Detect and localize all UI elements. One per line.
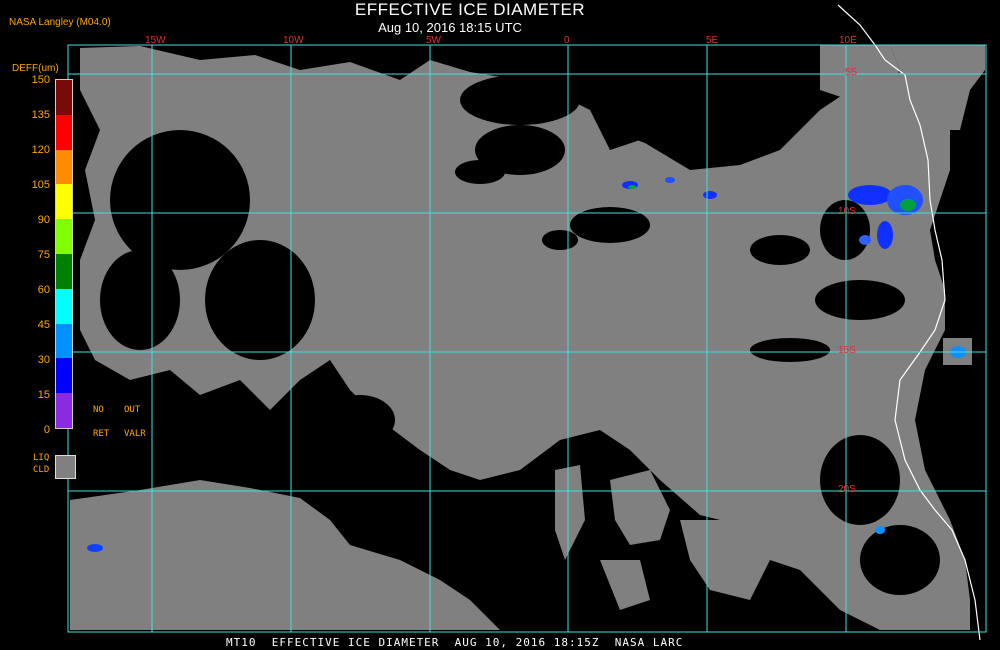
legend-tick: 150	[31, 74, 50, 86]
legend-swatch	[56, 358, 73, 394]
legend-swatch	[56, 184, 73, 220]
legend-tick: 75	[37, 249, 50, 261]
liquid-cloud-swatch	[55, 455, 76, 479]
legend-swatch	[56, 323, 73, 359]
legend-swatch	[56, 149, 73, 185]
map-timestamp: Aug 10, 2016 18:15 UTC	[378, 20, 522, 35]
legend-swatch	[56, 393, 73, 428]
lon-label-10w: 10W	[283, 35, 304, 46]
legend-note-valr: VALR	[124, 429, 146, 439]
legend-tick: 135	[31, 109, 50, 121]
legend-tick: 0	[43, 424, 50, 436]
legend-tick: 90	[37, 214, 50, 226]
legend-tick: 105	[31, 179, 50, 191]
legend-title: DEFF(um)	[12, 63, 59, 74]
map-canvas	[67, 4, 987, 641]
legend-swatch	[56, 254, 73, 289]
legend-note-ret: RET	[93, 429, 110, 439]
lon-label-15w: 15W	[145, 35, 166, 46]
legend-tick: 120	[31, 144, 50, 156]
lat-label-20s: 20S	[838, 484, 856, 495]
legend-swatch	[56, 114, 73, 150]
legend-note-out: OUT	[124, 405, 141, 415]
legend-swatch	[56, 219, 73, 254]
lon-label-5e: 5E	[706, 35, 719, 46]
lon-label-10e: 10E	[839, 35, 857, 46]
legend-tick: 45	[37, 319, 50, 331]
lat-label-5s: 5S	[845, 67, 858, 78]
footer-caption: MT10 EFFECTIVE ICE DIAMETER AUG 10, 2016…	[226, 636, 684, 649]
lat-label-10s: 10S	[838, 206, 856, 217]
legend-swatch	[56, 80, 73, 115]
legend-tick: 30	[37, 354, 50, 366]
lon-label-0: 0	[564, 35, 570, 46]
legend-swatch	[56, 288, 73, 324]
cld-label: CLD	[33, 465, 50, 475]
lat-label-15s: 15S	[838, 345, 856, 356]
map-title: EFFECTIVE ICE DIAMETER	[354, 0, 586, 19]
legend-note-no: NO	[93, 405, 104, 415]
liq-label: LIQ	[33, 453, 50, 463]
lon-label-5w: 5W	[426, 35, 441, 46]
legend-tick: 60	[37, 284, 50, 296]
legend-tick: 15	[37, 389, 50, 401]
